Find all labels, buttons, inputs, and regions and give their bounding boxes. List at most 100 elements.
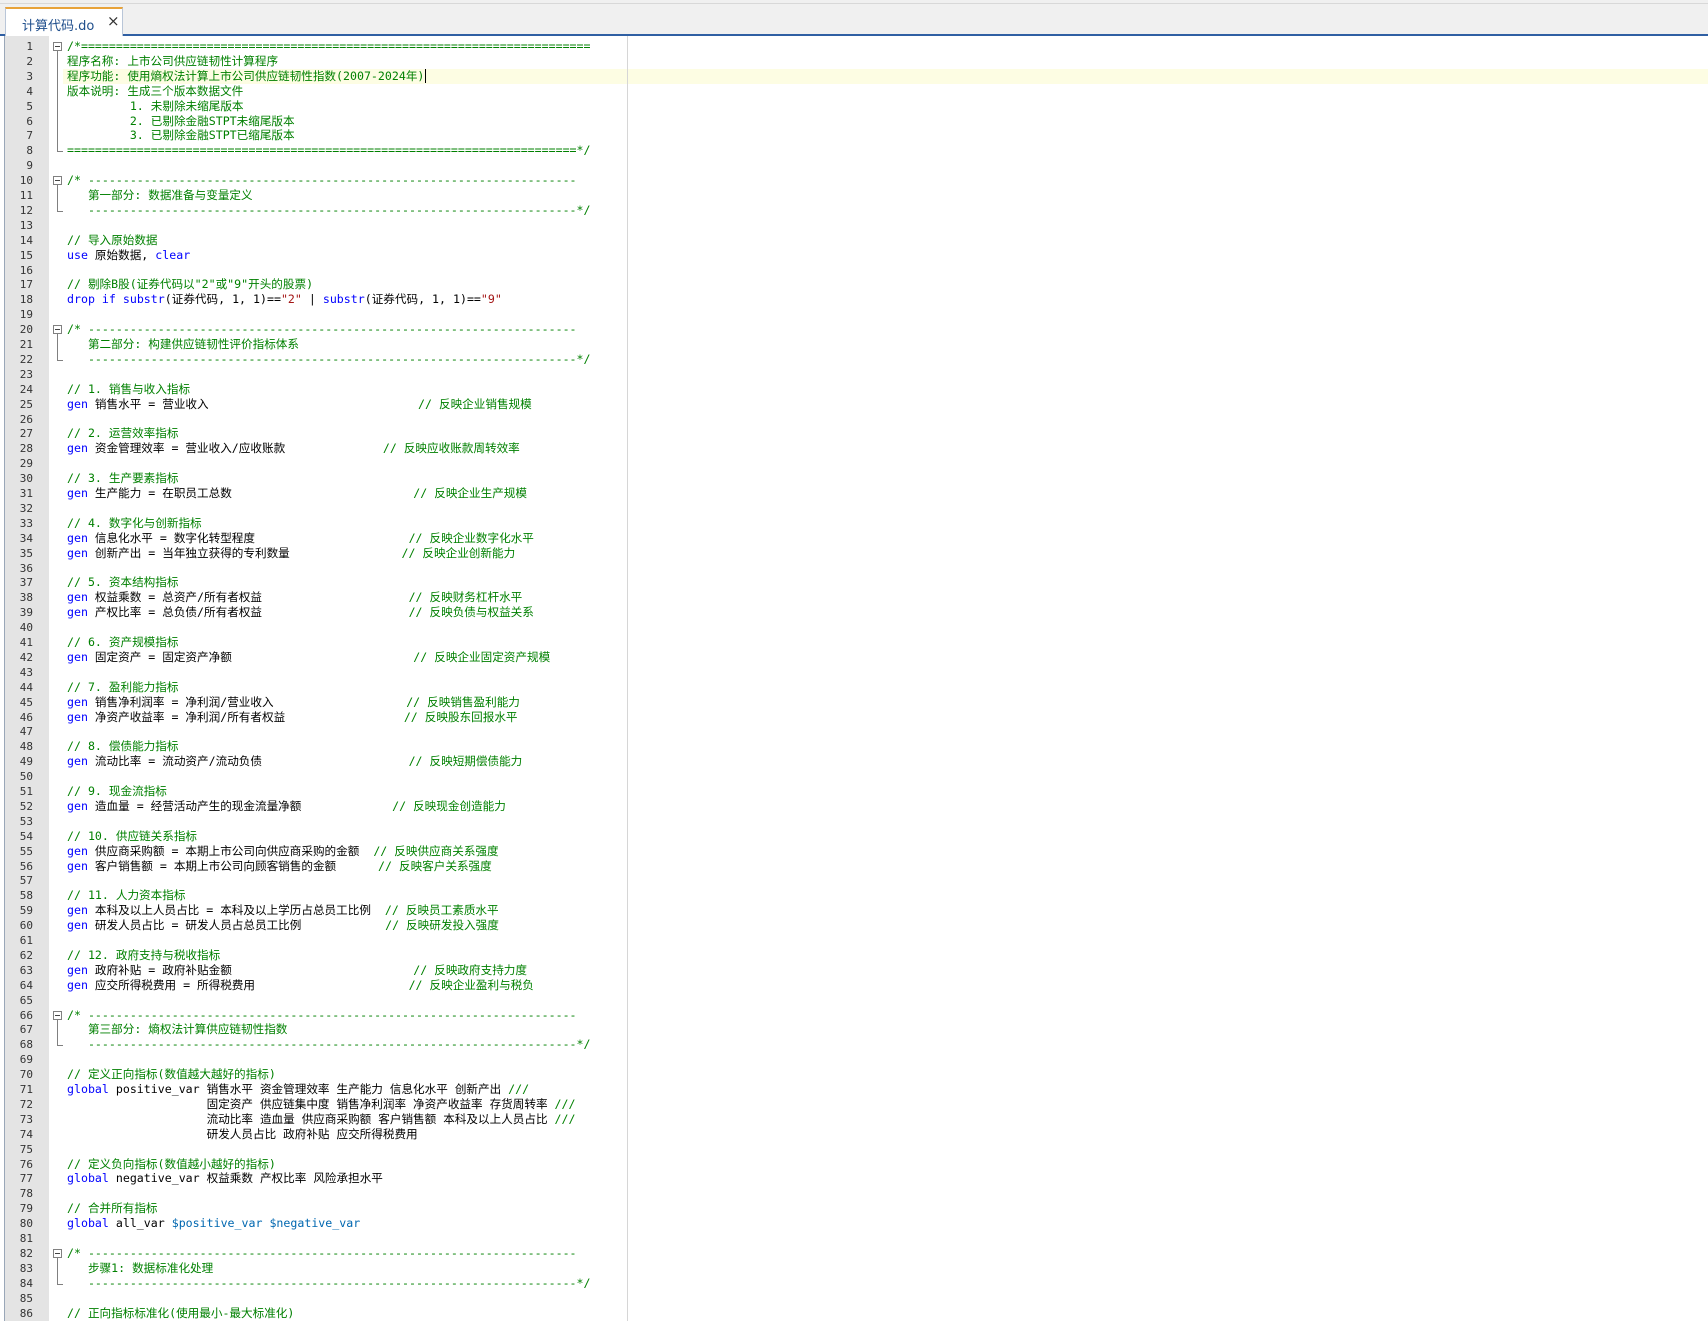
code-line[interactable]: gen 销售水平 = 营业收入 // 反映企业销售规模 [67, 397, 532, 412]
code-line[interactable]: gen 权益乘数 = 总资产/所有者权益 // 反映财务杠杆水平 [67, 590, 522, 605]
code-line[interactable]: global negative_var 权益乘数 产权比率 风险承担水平 [67, 1171, 383, 1186]
code-line[interactable]: // 4. 数字化与创新指标 [67, 516, 202, 531]
code-line[interactable]: // 5. 资本结构指标 [67, 575, 178, 590]
text-caret [425, 69, 427, 84]
comment-token: // 4. 数字化与创新指标 [67, 515, 202, 530]
code-line[interactable]: gen 信息化水平 = 数字化转型程度 // 反映企业数字化水平 [67, 531, 534, 546]
fold-toggle-icon[interactable] [53, 1248, 62, 1258]
fold-toggle-icon[interactable] [53, 176, 62, 186]
line-number: 24 [19, 382, 33, 396]
code-line[interactable]: gen 政府补贴 = 政府补贴金额 // 反映政府支持力度 [67, 963, 527, 978]
comment-token: // 反映企业盈利与税负 [408, 977, 534, 992]
line-number: 55 [19, 844, 33, 858]
code-editor[interactable]: 1 2 3 4 5 6 7 8 9 10 11 12 13 14 15 16 17 18 19 20 21 22 23 24 2… [0, 36, 1708, 1321]
code-line[interactable]: ----------------------------------------… [67, 1276, 591, 1291]
code-line[interactable]: 步骤1: 数据标准化处理 [67, 1261, 213, 1276]
code-line[interactable]: gen 产权比率 = 总负债/所有者权益 // 反映负债与权益关系 [67, 605, 534, 620]
code-line[interactable]: // 6. 资产规模指标 [67, 635, 178, 650]
code-line[interactable]: 版本说明: 生成三个版本数据文件 [67, 84, 243, 99]
line-number: 20 [19, 323, 33, 337]
code-line[interactable]: 2. 已剔除金融STPT未缩尾版本 [67, 114, 295, 129]
code-line[interactable]: gen 应交所得税费用 = 所得税费用 // 反映企业盈利与税负 [67, 978, 534, 993]
code-line[interactable]: // 1. 销售与收入指标 [67, 382, 190, 397]
code-line[interactable]: // 剔除B股(证券代码以"2"或"9"开头的股票) [67, 277, 313, 292]
code-line[interactable]: gen 研发人员占比 = 研发人员占总员工比例 // 反映研发投入强度 [67, 918, 499, 933]
macro-token: $positive_var $negative_var [171, 1216, 361, 1231]
tab-file[interactable]: 计算代码.do × [5, 7, 123, 36]
line-number: 47 [19, 725, 33, 739]
code-line[interactable]: gen 造血量 = 经营活动产生的现金流量净额 // 反映现金创造能力 [67, 799, 506, 814]
fold-toggle-icon[interactable] [53, 42, 62, 51]
close-icon[interactable]: × [107, 12, 120, 30]
line-number: 29 [19, 457, 33, 471]
code-line[interactable]: 3. 已剔除金融STPT已缩尾版本 [67, 128, 295, 143]
line-number: 15 [19, 248, 33, 262]
code-line[interactable]: 1. 未剔除未缩尾版本 [67, 99, 244, 114]
code-token: 创新产出 = 当年独立获得的专利数量 [87, 545, 402, 560]
code-line[interactable]: /* -------------------------------------… [67, 322, 577, 337]
code-line[interactable]: // 定义正向指标(数值越大越好的指标) [67, 1067, 276, 1082]
code-line[interactable]: /* -------------------------------------… [67, 1246, 577, 1261]
keyword-token: gen [67, 843, 88, 858]
line-number: 49 [19, 755, 33, 769]
code-line[interactable]: // 10. 供应链关系指标 [67, 829, 197, 844]
code-line[interactable]: use 原始数据, clear [67, 248, 190, 263]
code-line[interactable]: gen 供应商采购额 = 本期上市公司向供应商采购的金额 // 反映供应商关系强… [67, 844, 499, 859]
code-line[interactable]: 研发人员占比 政府补贴 应交所得税费用 [67, 1127, 418, 1142]
code-line[interactable]: /*======================================… [67, 39, 591, 54]
code-line[interactable]: // 3. 生产要素指标 [67, 471, 178, 486]
code-line[interactable]: gen 固定资产 = 固定资产净额 // 反映企业固定资产规模 [67, 650, 550, 665]
code-line[interactable]: gen 客户销售额 = 本期上市公司向顾客销售的金额 // 反映客户关系强度 [67, 859, 492, 874]
code-line[interactable]: ----------------------------------------… [67, 352, 591, 367]
line-number: 40 [19, 621, 33, 635]
code-token: 研发人员占比 = 研发人员占总员工比例 [87, 918, 386, 933]
code-token: 客户销售额 = 本期上市公司向顾客销售的金额 [87, 858, 379, 873]
code-line[interactable]: // 合并所有指标 [67, 1201, 158, 1216]
code-line[interactable]: gen 净资产收益率 = 净利润/所有者权益 // 反映股东回报水平 [67, 710, 518, 725]
code-line[interactable]: // 正向指标标准化(使用最小-最大标准化) [67, 1306, 294, 1321]
code-line[interactable]: 流动比率 造血量 供应商采购额 客户销售额 本科及以上人员占比 /// [67, 1112, 576, 1127]
code-line[interactable]: 程序功能: 使用熵权法计算上市公司供应链韧性指数(2007-2024年) [67, 69, 424, 84]
line-number: 37 [19, 576, 33, 590]
comment-token: 版本说明: 生成三个版本数据文件 [67, 83, 244, 98]
code-line[interactable]: gen 本科及以上人员占比 = 本科及以上学历占总员工比例 // 反映员工素质水… [67, 903, 499, 918]
fold-toggle-icon[interactable] [53, 1010, 62, 1020]
code-line[interactable]: 固定资产 供应链集中度 销售净利润率 净资产收益率 存货周转率 /// [67, 1097, 576, 1112]
line-number: 7 [26, 129, 33, 143]
comment-token: 程序功能: 使用熵权法计算上市公司供应链韧性指数(2007-2024年) [67, 68, 425, 83]
code-token: 供应商采购额 = 本期上市公司向供应商采购的金额 [87, 843, 374, 858]
code-line[interactable]: gen 资金管理效率 = 营业收入/应收账款 // 反映应收账款周转效率 [67, 441, 520, 456]
line-number: 45 [19, 695, 33, 709]
code-line[interactable]: 第一部分: 数据准备与变量定义 [67, 188, 253, 203]
code-line[interactable]: // 11. 人力资本指标 [67, 888, 185, 903]
code-line[interactable]: global positive_var 销售水平 资金管理效率 生产能力 信息化… [67, 1082, 529, 1097]
code-line[interactable]: 程序名称: 上市公司供应链韧性计算程序 [67, 54, 278, 69]
code-line[interactable]: /* -------------------------------------… [67, 1008, 577, 1023]
code-line[interactable]: gen 生产能力 = 在职员工总数 // 反映企业生产规模 [67, 486, 527, 501]
code-line[interactable]: // 8. 偿债能力指标 [67, 739, 178, 754]
line-number: 16 [19, 263, 33, 277]
code-line[interactable]: // 定义负向指标(数值越小越好的指标) [67, 1157, 276, 1172]
code-line[interactable]: 第三部分: 熵权法计算供应链韧性指数 [67, 1022, 287, 1037]
code-line[interactable]: 第二部分: 构建供应链韧性评价指标体系 [67, 337, 299, 352]
code-line[interactable]: ----------------------------------------… [67, 1037, 591, 1052]
code-line[interactable]: ========================================… [67, 143, 591, 158]
code-line[interactable]: drop if substr(证券代码, 1, 1)=="2" | substr… [67, 292, 502, 307]
code-line[interactable]: // 2. 运营效率指标 [67, 426, 178, 441]
line-number: 13 [19, 218, 33, 232]
code-line[interactable]: global all_var $positive_var $negative_v… [67, 1216, 360, 1231]
code-line[interactable]: /* -------------------------------------… [67, 173, 577, 188]
code-line[interactable]: gen 销售净利润率 = 净利润/营业收入 // 反映销售盈利能力 [67, 695, 520, 710]
keyword-token: gen [67, 977, 88, 992]
code-line[interactable]: // 7. 盈利能力指标 [67, 680, 178, 695]
fold-toggle-icon[interactable] [53, 325, 62, 335]
code-line[interactable]: // 12. 政府支持与税收指标 [67, 948, 220, 963]
fold-end-marker [57, 210, 63, 212]
code-line[interactable]: // 导入原始数据 [67, 233, 158, 248]
code-line[interactable]: gen 流动比率 = 流动资产/流动负债 // 反映短期偿债能力 [67, 754, 522, 769]
code-line[interactable]: // 9. 现金流指标 [67, 784, 167, 799]
code-line[interactable]: ----------------------------------------… [67, 203, 591, 218]
comment-token: // 12. 政府支持与税收指标 [67, 947, 221, 962]
keyword-token: gen [67, 396, 88, 411]
code-line[interactable]: gen 创新产出 = 当年独立获得的专利数量 // 反映企业创新能力 [67, 546, 515, 561]
